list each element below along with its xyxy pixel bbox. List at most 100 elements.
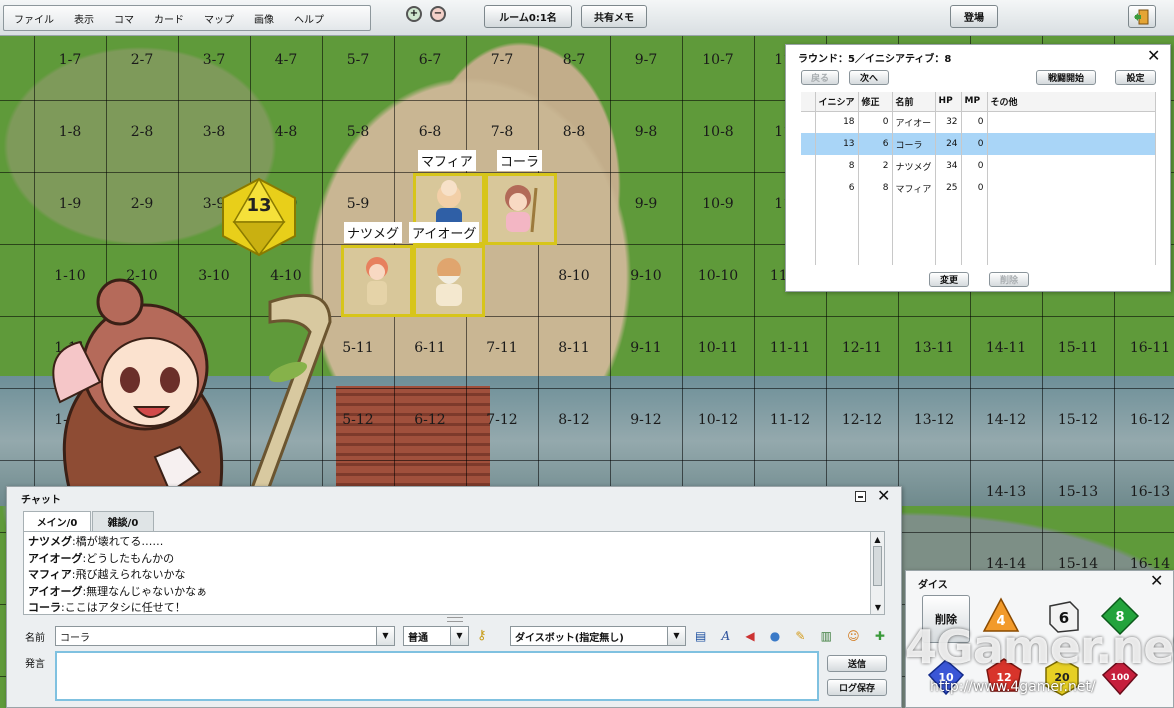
book-icon[interactable]: ▤ — [695, 629, 706, 643]
tab-chatter[interactable]: 雑談/0 — [92, 511, 154, 531]
d8-die-icon[interactable]: 8 — [1100, 596, 1140, 636]
send-button[interactable]: 送信 — [827, 655, 887, 672]
toolbar: ファイル 表示 コマ カード マップ 画像 ヘルプ + − ルーム0:1名 共有… — [0, 0, 1174, 36]
chat-message: アイオーグ:無理なんじゃないかなぁ — [28, 584, 208, 598]
hp-cell: 24 — [935, 133, 962, 155]
grid-cell-label: 11-12 — [769, 412, 811, 428]
add-page-icon[interactable]: ✚ — [875, 629, 885, 643]
font-icon[interactable]: A — [722, 629, 731, 643]
broom-icon[interactable]: ✎ — [795, 629, 805, 643]
d12-die-icon[interactable]: 12 — [984, 657, 1024, 697]
close-icon[interactable]: ✕ — [1150, 573, 1163, 589]
enter-button[interactable]: 登場 — [950, 5, 998, 28]
close-icon[interactable]: ✕ — [1147, 48, 1160, 64]
chevron-down-icon[interactable]: ▼ — [667, 627, 685, 645]
battle-start-button[interactable]: 戦闘開始 — [1036, 70, 1096, 85]
grid-cell-label: 8-8 — [562, 124, 586, 140]
col-header[interactable]: MP — [961, 92, 988, 112]
token-aiog[interactable] — [413, 245, 485, 317]
menu-bar: ファイル 表示 コマ カード マップ 画像 ヘルプ — [3, 5, 371, 31]
scroll-down-icon[interactable]: ▼ — [871, 600, 884, 614]
chat-bubble-icon[interactable]: ● — [770, 629, 780, 643]
d8-value: 8 — [1115, 610, 1124, 625]
scroll-up-icon[interactable]: ▲ — [871, 532, 884, 546]
menu-image[interactable]: 画像 — [244, 11, 284, 26]
exit-door-icon[interactable] — [1128, 5, 1156, 28]
chevron-down-icon[interactable]: ▼ — [376, 627, 394, 645]
dicebot-combo[interactable]: ダイスボット(指定無し) ▼ — [510, 626, 686, 646]
prev-button[interactable]: 戻る — [801, 70, 839, 85]
table-row-selected[interactable]: 13 6 コーラ 24 0 — [801, 133, 1157, 155]
d10-die-icon[interactable]: 10 — [926, 657, 966, 697]
token-name-aiog: アイオーグ — [409, 222, 480, 243]
minimize-icon[interactable] — [855, 491, 866, 502]
mode-combo[interactable]: 普通 ▼ — [403, 626, 469, 646]
menu-file[interactable]: ファイル — [4, 11, 64, 26]
col-header[interactable]: イニシア — [815, 92, 859, 112]
grid-cell-label: 6-12 — [414, 412, 446, 428]
zoom-in-icon[interactable]: + — [406, 6, 422, 22]
init-cell: 8 — [815, 155, 859, 177]
menu-piece[interactable]: コマ — [104, 11, 144, 26]
close-icon[interactable]: ✕ — [877, 488, 890, 504]
chat-speaker: コーラ — [28, 601, 61, 614]
initiative-window: ラウンド：5／イニシアティブ：8 ✕ 戻る 次へ 戦闘開始 設定 イニシア 修正… — [785, 44, 1171, 292]
menu-card[interactable]: カード — [144, 11, 194, 26]
scroll-thumb[interactable] — [873, 546, 882, 586]
d4-die-icon[interactable]: 4 — [981, 596, 1021, 636]
change-button[interactable]: 変更 — [929, 272, 969, 287]
chevron-down-icon[interactable]: ▼ — [450, 627, 468, 645]
menu-view[interactable]: 表示 — [64, 11, 104, 26]
grid-cell-label: 15-13 — [1057, 484, 1099, 500]
token-name-cola: コーラ — [497, 150, 543, 171]
chat-message: アイオーグ:どうしたもんかの — [28, 551, 175, 565]
grid-cell-label: 6-11 — [414, 340, 446, 356]
speaker-icon[interactable]: ◀ — [745, 629, 754, 643]
grid-cell-label: 5-9 — [346, 196, 370, 212]
col-header[interactable]: 名前 — [892, 92, 936, 112]
grid-cell-label: 16-13 — [1129, 484, 1171, 500]
table-row[interactable]: 8 2 ナツメグ 34 0 — [801, 155, 1157, 177]
settings-button[interactable]: 設定 — [1115, 70, 1156, 85]
grid-cell-label: 9-9 — [634, 196, 658, 212]
scrollbar[interactable]: ▲ ▼ — [870, 532, 884, 614]
table-row[interactable]: 18 0 アイオー 32 0 — [801, 111, 1157, 133]
key-icon[interactable]: ⚷ — [477, 628, 487, 643]
next-button[interactable]: 次へ — [849, 70, 889, 85]
grid-cell-label: 10-7 — [702, 52, 734, 68]
dice-window: ダイス ✕ 削除 4 6 8 10 12 20 100 — [905, 570, 1174, 708]
grid-cell-label: 10-11 — [697, 340, 739, 356]
d20-die-icon[interactable]: 20 — [1042, 657, 1082, 697]
user-icon[interactable]: ☺ — [847, 629, 860, 643]
menu-map[interactable]: マップ — [194, 11, 244, 26]
grid-cell-label: 13-12 — [913, 412, 955, 428]
hp-cell: 34 — [935, 155, 962, 177]
room-button[interactable]: ルーム0:1名 — [484, 5, 572, 28]
col-header[interactable]: HP — [935, 92, 962, 112]
film-icon[interactable]: ▥ — [821, 629, 832, 643]
d100-die-icon[interactable]: 100 — [1100, 657, 1140, 697]
name-combo[interactable]: コーラ ▼ — [55, 626, 395, 646]
d20-die-icon[interactable]: 13 — [218, 176, 300, 258]
d20-value: 13 — [246, 195, 271, 216]
token-cola[interactable] — [485, 173, 557, 245]
resize-grip[interactable] — [447, 617, 463, 622]
d6-die-icon[interactable]: 6 — [1042, 596, 1082, 636]
table-row[interactable]: 6 8 マフィア 25 0 — [801, 177, 1157, 199]
grid-cell-label: 12-11 — [841, 340, 883, 356]
menu-help[interactable]: ヘルプ — [284, 11, 334, 26]
col-header[interactable] — [801, 92, 816, 112]
shared-memo-button[interactable]: 共有メモ — [581, 5, 647, 28]
tab-main[interactable]: メイン/0 — [23, 511, 91, 531]
chat-window: チャット ✕ メイン/0 雑談/0 ナツメグ:橋が壊れてる…… アイオーグ:どう… — [6, 486, 902, 708]
col-header[interactable]: 修正 — [858, 92, 893, 112]
zoom-out-icon[interactable]: − — [430, 6, 446, 22]
log-save-button[interactable]: ログ保存 — [827, 679, 887, 696]
dice-delete-button[interactable]: 削除 — [922, 595, 970, 643]
chat-text: 橋が壊れてる…… — [75, 535, 164, 548]
delete-button[interactable]: 削除 — [989, 272, 1029, 287]
chat-log[interactable]: ナツメグ:橋が壊れてる…… アイオーグ:どうしたもんかの マフィア:飛び越えられ… — [23, 531, 885, 615]
grid-cell-label: 15-11 — [1057, 340, 1099, 356]
col-header[interactable]: その他 — [987, 92, 1157, 112]
message-input[interactable] — [55, 651, 819, 701]
